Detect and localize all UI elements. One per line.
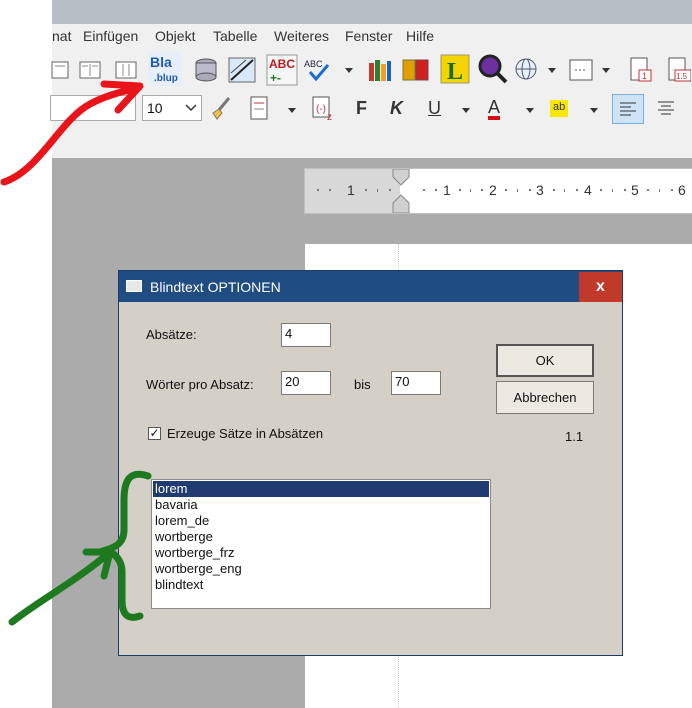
books-icon[interactable] <box>366 56 394 84</box>
svg-text:1: 1 <box>642 71 647 81</box>
align-left-icon[interactable] <box>612 94 644 124</box>
svg-text:L: L <box>447 59 463 84</box>
indent-marker-icon[interactable] <box>391 169 411 213</box>
close-button[interactable]: x <box>579 272 622 302</box>
absaetze-label: Absätze: <box>146 327 197 342</box>
woerter-from-input[interactable]: 20 <box>281 371 331 395</box>
checkbox-label: Erzeuge Sätze in Absätzen <box>167 426 324 441</box>
database-icon[interactable] <box>192 56 220 84</box>
menu-bar: nat Einfügen Objekt Tabelle Weiteres Fen… <box>52 24 692 50</box>
menu-tabelle[interactable]: Tabelle <box>213 28 257 44</box>
spellcheck-abc-icon[interactable]: ABC +- <box>266 54 298 86</box>
dialog-title: Blindtext OPTIONEN <box>150 279 281 295</box>
dictionary-icon[interactable] <box>402 56 430 84</box>
list-item[interactable]: wortberge_frz <box>153 545 489 561</box>
menu-fenster[interactable]: Fenster <box>345 28 392 44</box>
list-item[interactable]: bavaria <box>153 497 489 513</box>
line-drawing-icon[interactable] <box>228 56 256 84</box>
blindtext-icon[interactable]: Bla .blup <box>148 52 182 86</box>
text-field-icon[interactable] <box>567 56 595 84</box>
chevron-down-icon <box>185 104 197 112</box>
highlight-button[interactable]: ab <box>550 100 569 117</box>
list-item[interactable]: wortberge_eng <box>153 561 489 577</box>
underline-button[interactable]: U <box>428 98 441 119</box>
chevron-down-icon[interactable] <box>462 108 470 113</box>
list-item[interactable]: lorem <box>153 481 489 497</box>
svg-text:1.5: 1.5 <box>676 72 688 81</box>
ok-button[interactable]: OK <box>496 344 594 377</box>
svg-text:+-: +- <box>270 71 281 85</box>
italic-button[interactable]: K <box>390 98 403 119</box>
window-icon <box>126 280 142 292</box>
woerter-to-input[interactable]: 70 <box>391 371 441 395</box>
menu-objekt[interactable]: Objekt <box>155 28 195 44</box>
chevron-down-icon[interactable] <box>590 108 598 113</box>
chevron-down-icon[interactable] <box>526 108 534 113</box>
font-size-value: 10 <box>147 100 163 116</box>
cancel-button[interactable]: Abbrechen <box>496 381 594 414</box>
menu-einfuegen[interactable]: Einfügen <box>83 28 138 44</box>
list-item[interactable]: wortberge <box>153 529 489 545</box>
svg-text:Bla: Bla <box>150 54 172 70</box>
format-toolbar: 10 (-) z F K U A ab <box>50 90 692 130</box>
menu-hilfe[interactable]: Hilfe <box>406 28 434 44</box>
ruler-number: 5 <box>631 182 639 198</box>
bold-button[interactable]: F <box>356 98 367 119</box>
page-number-icon[interactable]: 1 <box>626 56 654 84</box>
woerter-label: Wörter pro Absatz: <box>146 377 254 392</box>
list-item[interactable]: blindtext <box>153 577 489 593</box>
ruler-number: 1 <box>443 182 451 198</box>
ruler-number: 4 <box>584 182 592 198</box>
font-color-button[interactable]: A <box>488 98 501 120</box>
svg-text:z: z <box>327 112 332 121</box>
menu-weiteres[interactable]: Weiteres <box>274 28 329 44</box>
two-column-icon[interactable] <box>76 56 104 84</box>
ruler-number: 2 <box>489 182 497 198</box>
list-item[interactable]: lorem_de <box>153 513 489 529</box>
page-layout-icon[interactable] <box>46 56 74 84</box>
standard-toolbar: Bla .blup ABC +- ABC L 1 1.5 <box>51 50 692 90</box>
toolbar-spacer <box>52 130 692 159</box>
chevron-down-icon[interactable] <box>548 68 556 73</box>
font-size-combo[interactable]: 10 <box>142 95 202 121</box>
format-painter-icon[interactable] <box>208 94 236 122</box>
font-name-combo[interactable] <box>50 95 136 121</box>
align-center-icon[interactable] <box>652 94 680 122</box>
svg-text:.blup: .blup <box>154 73 178 84</box>
autocorrect-icon[interactable]: ABC <box>304 56 332 84</box>
chevron-down-icon[interactable] <box>345 68 353 73</box>
paragraph-style-icon[interactable] <box>246 94 274 122</box>
dialog-titlebar[interactable]: Blindtext OPTIONEN x <box>119 271 622 302</box>
svg-text:ABC: ABC <box>304 59 323 69</box>
text-source-listbox[interactable]: lorem bavaria lorem_de wortberge wortber… <box>151 479 491 609</box>
ruler-number: 6 <box>678 182 686 198</box>
ruler-number: 3 <box>536 182 544 198</box>
langenscheidt-icon[interactable]: L <box>440 54 470 84</box>
page-count-icon[interactable]: 1.5 <box>664 56 692 84</box>
character-style-icon[interactable]: (-) z <box>310 94 338 122</box>
chevron-down-icon[interactable] <box>288 108 296 113</box>
bis-label: bis <box>354 377 371 392</box>
ruler-number: 1 <box>347 182 355 198</box>
generate-sentences-checkbox[interactable]: ✓ <box>148 427 161 440</box>
magnifier-icon[interactable] <box>478 54 508 84</box>
svg-text:ABC: ABC <box>269 57 295 71</box>
menu-format[interactable]: nat <box>52 28 71 44</box>
chevron-down-icon[interactable] <box>602 68 610 73</box>
window-titlebar <box>52 0 692 24</box>
globe-icon[interactable] <box>514 56 542 84</box>
svg-text:(-): (-) <box>316 104 326 115</box>
version-label: 1.1 <box>565 429 584 444</box>
horizontal-ruler[interactable]: 1 1 2 3 4 5 6 <box>304 168 692 214</box>
absaetze-input[interactable]: 4 <box>281 323 331 347</box>
blindtext-options-dialog: Blindtext OPTIONEN x Absätze: 4 Wörter p… <box>118 270 623 656</box>
three-column-icon[interactable] <box>112 56 140 84</box>
